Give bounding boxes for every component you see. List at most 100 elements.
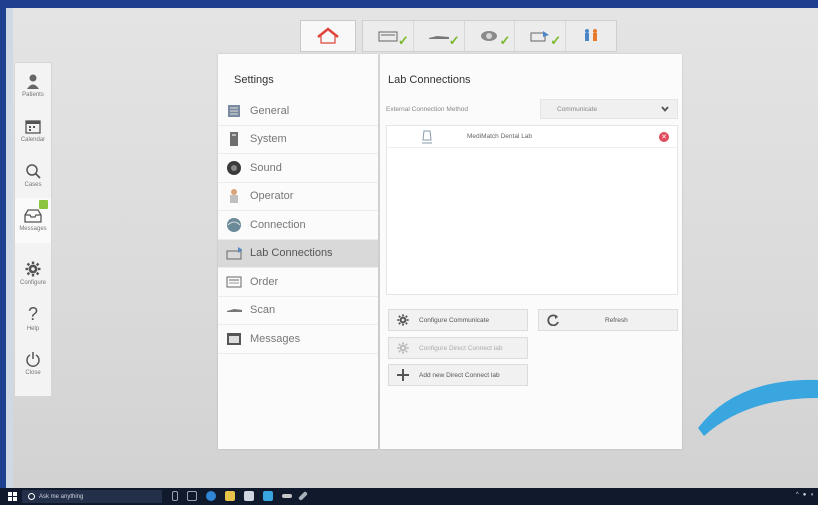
nav-help[interactable]: ? Help [15, 296, 51, 341]
refresh-button[interactable]: Refresh [538, 309, 678, 331]
settings-item-label: System [250, 133, 287, 146]
scan-step-icon [428, 36, 449, 39]
configure-direct-connect-label: Configure Direct Connect lab [419, 344, 503, 352]
system-tray: ^ ● ◗ [796, 492, 814, 498]
general-icon [226, 103, 242, 119]
connection-icon [226, 217, 242, 233]
connection-method-label: External Connection Method [386, 105, 469, 113]
scanner-app-icon[interactable] [282, 494, 292, 498]
refresh-label: Refresh [605, 316, 628, 324]
settings-item-operator[interactable]: Operator [218, 183, 378, 211]
check-icon: ✓ [499, 33, 511, 48]
lab-connections-title: Lab Connections [388, 74, 471, 86]
nav-messages[interactable]: Messages [15, 198, 51, 243]
gear-icon [25, 261, 41, 277]
refresh-icon [543, 314, 563, 326]
home-icon [317, 27, 339, 44]
file-explorer-icon[interactable] [225, 491, 235, 501]
chevron-down-icon [661, 106, 669, 112]
lab-name: MediMatch Dental Lab [467, 133, 533, 140]
workflow-step-send[interactable]: ✓ [515, 21, 567, 51]
nav-label: Calendar [20, 137, 46, 143]
nav-label: Patients [22, 92, 44, 98]
windows-start-icon[interactable] [8, 492, 17, 501]
microphone-icon[interactable] [172, 491, 178, 501]
nav-cases[interactable]: Cases [15, 153, 51, 198]
window-edge [6, 8, 13, 488]
nav-calendar[interactable]: Calendar [15, 108, 51, 153]
settings-item-scan[interactable]: Scan [218, 297, 378, 325]
chevron-up-icon[interactable]: ^ [796, 492, 799, 498]
operator-icon [226, 188, 242, 204]
cortana-icon [28, 493, 35, 500]
nav-label: Configure [19, 280, 46, 286]
settings-item-label: Operator [250, 190, 294, 203]
model-step-icon [481, 31, 498, 41]
system-icon [226, 131, 242, 147]
app-icon[interactable] [263, 491, 273, 501]
settings-item-system[interactable]: System [218, 126, 378, 154]
nav-patients[interactable]: Patients [15, 63, 51, 108]
lab-list: MediMatch Dental Lab ✕ [386, 125, 678, 295]
connection-method-select[interactable]: Communicate [540, 99, 678, 119]
settings-title: Settings [234, 74, 274, 86]
sound-icon [226, 160, 242, 176]
settings-item-sound[interactable]: Sound [218, 154, 378, 183]
edge-browser-icon[interactable] [206, 491, 216, 501]
network-icon[interactable]: ● [803, 492, 807, 498]
settings-item-messages[interactable]: Messages [218, 325, 378, 354]
brand-swoosh-graphic [698, 379, 818, 436]
home-button[interactable] [300, 20, 356, 52]
add-direct-connect-button[interactable]: Add new Direct Connect lab [388, 364, 528, 386]
configure-communicate-label: Configure Communicate [419, 316, 490, 324]
order-step-icon [378, 31, 398, 42]
store-icon[interactable] [244, 491, 254, 501]
nav-close[interactable]: Close [15, 341, 51, 386]
nav-label: Help [26, 326, 40, 332]
question-icon: ? [27, 304, 38, 324]
taskbar-search-placeholder: Ask me anything [39, 493, 84, 500]
plus-icon [393, 369, 413, 381]
lab-logo-icon [422, 130, 432, 143]
settings-item-label: General [250, 104, 290, 117]
configure-direct-connect-button[interactable]: Configure Direct Connect lab [388, 337, 528, 359]
workflow-step-model[interactable]: ✓ [465, 21, 516, 51]
settings-item-label: Messages [250, 332, 301, 345]
taskbar-search[interactable]: Ask me anything [22, 490, 162, 503]
check-icon: ✓ [397, 33, 409, 48]
os-taskbar: Ask me anything ^ ● ◗ [0, 488, 818, 505]
list-item[interactable]: MediMatch Dental Lab ✕ [387, 126, 677, 148]
check-icon: ✓ [448, 33, 460, 48]
settings-item-label: Scan [250, 304, 276, 317]
settings-item-label: Sound [250, 161, 282, 174]
nav-label: Messages [19, 226, 47, 232]
connection-method-row: External Connection Method Communicate [380, 97, 682, 121]
settings-item-connection[interactable]: Connection [218, 211, 378, 240]
task-view-icon[interactable] [187, 491, 197, 501]
settings-item-order[interactable]: Order [218, 268, 378, 297]
lab-connections-panel: Lab Connections External Connection Meth… [380, 54, 682, 449]
remove-lab-icon[interactable]: ✕ [659, 131, 669, 142]
settings-item-general[interactable]: General [218, 97, 378, 126]
workflow-step-order[interactable]: ✓ [363, 21, 414, 51]
volume-icon[interactable]: ◗ [810, 492, 814, 498]
check-icon: ✓ [550, 33, 562, 48]
settings-item-lab-connections[interactable]: Lab Connections [218, 239, 378, 268]
configure-communicate-button[interactable]: Configure Communicate [388, 309, 528, 331]
power-icon [26, 352, 40, 367]
pen-app-icon[interactable] [298, 491, 308, 501]
add-direct-connect-label: Add new Direct Connect lab [419, 371, 500, 379]
workflow-bar: ✓ ✓ ✓ ✓ [362, 20, 617, 52]
messages-icon [226, 331, 242, 347]
taskbar-apps [172, 491, 308, 501]
nav-configure[interactable]: Configure [15, 251, 51, 296]
patient-icon [27, 74, 39, 89]
inbox-icon [24, 209, 42, 223]
workflow-step-scan[interactable]: ✓ [414, 21, 465, 51]
search-icon [26, 164, 41, 179]
workflow-step-delivery[interactable] [566, 21, 616, 51]
settings-item-label: Lab Connections [250, 247, 333, 260]
new-message-badge [39, 200, 48, 209]
nav-label: Cases [24, 182, 42, 188]
scan-icon [226, 302, 242, 318]
